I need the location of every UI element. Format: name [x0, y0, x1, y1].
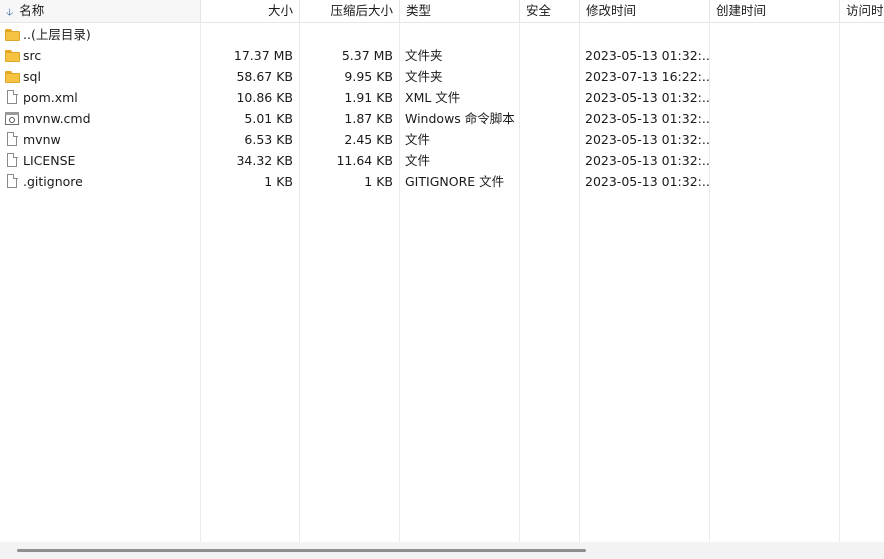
file-packed-size: 2.45 KB — [344, 132, 393, 147]
file-name: .gitignore — [23, 174, 83, 189]
file-name: src — [23, 48, 42, 63]
file-modified-time: 2023-05-13 01:32:... — [585, 174, 709, 189]
column-header-size[interactable]: 大小 — [201, 0, 300, 22]
file-icon — [4, 132, 21, 147]
folder-icon — [4, 69, 21, 84]
file-type: 文件 — [405, 132, 431, 147]
column-header-name[interactable]: 🡣 名称 — [0, 0, 201, 22]
column-header-name-label: 名称 — [19, 3, 45, 18]
file-type: 文件夹 — [405, 69, 443, 84]
file-size: 5.01 KB — [244, 111, 293, 126]
file-icon — [4, 174, 21, 189]
file-row[interactable]: ..(上层目录) — [0, 24, 884, 45]
file-name-cell[interactable]: sql — [0, 66, 200, 87]
cmd-script-icon — [4, 111, 21, 126]
file-type: Windows 命令脚本 — [405, 111, 515, 126]
file-modified-time — [579, 24, 709, 45]
column-header-modified[interactable]: 修改时间 — [580, 0, 710, 22]
file-name-cell[interactable]: src — [0, 45, 200, 66]
column-header-packed-size[interactable]: 压缩后大小 — [300, 0, 400, 22]
file-name-cell[interactable]: ..(上层目录) — [0, 24, 200, 45]
file-row[interactable]: mvnw.cmd 5.01 KB 1.87 KB Windows 命令脚本 2023-0… — [0, 108, 884, 129]
horizontal-scrollbar[interactable] — [0, 542, 884, 559]
file-packed-size — [299, 24, 399, 45]
file-name: sql — [23, 69, 41, 84]
horizontal-scrollbar-thumb[interactable] — [17, 549, 586, 552]
file-size: 17.37 MB — [233, 48, 293, 63]
file-size: 10.86 KB — [236, 90, 293, 105]
column-header-bar: 🡣 名称 大小 压缩后大小 类型 安全 修改时间 创建时间 访问时间 — [0, 0, 884, 23]
file-row[interactable]: src 17.37 MB 5.37 MB 文件夹 2023-05-13 01:32:..… — [0, 45, 884, 66]
file-type: XML 文件 — [405, 90, 461, 105]
folder-icon — [4, 27, 21, 42]
file-name: mvnw.cmd — [23, 111, 91, 126]
file-modified-time: 2023-05-13 01:32:... — [585, 111, 709, 126]
column-header-accessed[interactable]: 访问时间 — [840, 0, 884, 22]
column-header-type[interactable]: 类型 — [400, 0, 520, 22]
file-type — [399, 24, 519, 45]
file-modified-time: 2023-05-13 01:32:... — [585, 132, 709, 147]
file-name-cell[interactable]: pom.xml — [0, 87, 200, 108]
file-packed-size: 1.91 KB — [344, 90, 393, 105]
file-packed-size: 9.95 KB — [344, 69, 393, 84]
file-name-cell[interactable]: LICENSE — [0, 150, 200, 171]
file-name: pom.xml — [23, 90, 78, 105]
file-name-cell[interactable]: mvnw.cmd — [0, 108, 200, 129]
file-row[interactable]: mvnw 6.53 KB 2.45 KB 文件 2023-05-13 01:32:... — [0, 129, 884, 150]
file-packed-size: 11.64 KB — [336, 153, 393, 168]
file-size — [200, 24, 299, 45]
file-modified-time: 2023-05-13 01:32:... — [585, 90, 709, 105]
file-size: 34.32 KB — [236, 153, 293, 168]
file-packed-size: 1 KB — [364, 174, 393, 189]
file-row[interactable]: LICENSE 34.32 KB 11.64 KB 文件 2023-05-13 01:3… — [0, 150, 884, 171]
file-row[interactable]: sql 58.67 KB 9.95 KB 文件夹 2023-07-13 16:22:..… — [0, 66, 884, 87]
file-name-cell[interactable]: mvnw — [0, 129, 200, 150]
column-header-security[interactable]: 安全 — [520, 0, 580, 22]
file-name-cell[interactable]: .gitignore — [0, 171, 200, 192]
file-icon — [4, 90, 21, 105]
file-icon — [4, 153, 21, 168]
file-modified-time: 2023-07-13 16:22:... — [585, 69, 709, 84]
file-packed-size: 1.87 KB — [344, 111, 393, 126]
file-row[interactable]: pom.xml 10.86 KB 1.91 KB XML 文件 2023-05-13 0… — [0, 87, 884, 108]
file-name: LICENSE — [23, 153, 76, 168]
file-size: 58.67 KB — [236, 69, 293, 84]
file-name: ..(上层目录) — [23, 27, 91, 42]
file-packed-size: 5.37 MB — [341, 48, 393, 63]
file-size: 1 KB — [264, 174, 293, 189]
sort-descending-icon: 🡣 — [6, 7, 14, 18]
file-size: 6.53 KB — [244, 132, 293, 147]
folder-icon — [4, 48, 21, 63]
file-modified-time: 2023-05-13 01:32:... — [585, 48, 709, 63]
file-row[interactable]: .gitignore 1 KB 1 KB GITIGNORE 文件 2023-05-13… — [0, 171, 884, 192]
file-modified-time: 2023-05-13 01:32:... — [585, 153, 709, 168]
file-type: 文件夹 — [405, 48, 443, 63]
file-name: mvnw — [23, 132, 61, 147]
column-header-created[interactable]: 创建时间 — [710, 0, 840, 22]
file-type: GITIGNORE 文件 — [405, 174, 505, 189]
file-type: 文件 — [405, 153, 431, 168]
